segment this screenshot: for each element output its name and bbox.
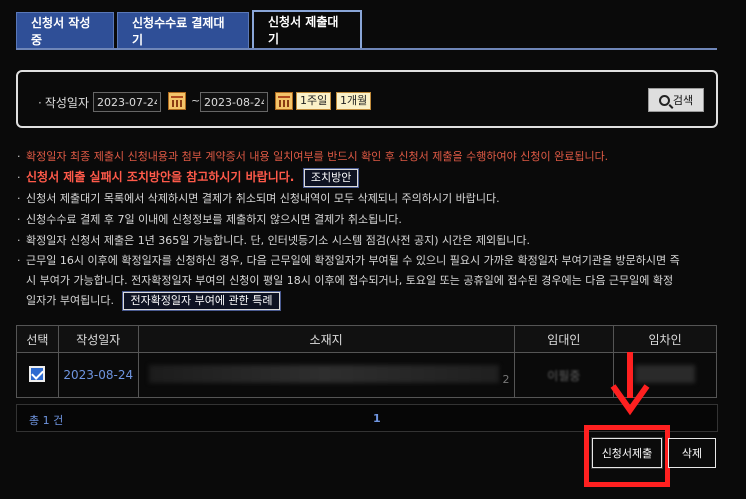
notice-text: 일자가 부여됩니다. — [26, 294, 114, 307]
tab-draft[interactable]: 신청서 작성중 — [16, 12, 114, 48]
tab-bar: 신청서 작성중 신청수수료 결제대기 신청서 제출대기 — [16, 10, 362, 48]
date-from-input[interactable] — [93, 92, 161, 112]
date-cell: 2023-08-24 — [57, 352, 139, 398]
column-header: 임차인 — [613, 325, 717, 353]
tab-divider — [16, 48, 717, 50]
search-panel: ·작성일자 ~ 1주일 1개월 검색 — [16, 70, 718, 128]
remedy-button[interactable]: 조치방안 — [303, 169, 359, 187]
date-label: · 작성일자 — [38, 96, 89, 110]
notice-item: 근무일 16시 이후에 확정일자를 신청하신 경우, 다음 근무일에 확정일자가… — [16, 251, 721, 311]
tab-submit-pending[interactable]: 신청서 제출대기 — [252, 10, 362, 48]
notice-warning: 신청서 제출 실패시 조치방안을 참고하시기 바랍니다. — [26, 170, 295, 184]
calendar-icon[interactable] — [275, 92, 293, 110]
column-header: 소재지 — [137, 325, 515, 353]
notice-item: 신청서 제출대기 목록에서 삭제하시면 결제가 취소되며 신청내역이 모두 삭제… — [16, 188, 721, 209]
table-header-row: 선택 작성일자 소재지 임대인 임차인 — [16, 325, 717, 353]
notice-list: 확정일자 최종 제출시 신청내용과 첨부 계약증서 내용 일치여부를 반드시 확… — [16, 146, 721, 311]
column-header: 임대인 — [513, 325, 615, 353]
arrow-down-icon — [610, 352, 650, 416]
lessor-name: 이필중 — [547, 368, 581, 383]
row-date-link[interactable]: 2023-08-24 — [63, 368, 133, 382]
notice-text: 근무일 16시 이후에 확정일자를 신청하신 경우, 다음 근무일에 확정일자가… — [26, 254, 680, 267]
column-header: 선택 — [16, 325, 59, 353]
page-number[interactable]: 1 — [373, 412, 381, 425]
address-suffix: 2 — [502, 372, 510, 386]
column-header: 작성일자 — [57, 325, 139, 353]
search-button[interactable]: 검색 — [648, 88, 704, 112]
special-rule-button[interactable]: 전자확정일자 부여에 관한 특례 — [123, 292, 280, 310]
calendar-icon[interactable] — [168, 92, 186, 110]
address-redacted — [148, 364, 499, 383]
row-checkbox[interactable] — [29, 365, 46, 382]
tab-payment-pending[interactable]: 신청수수료 결제대기 — [117, 12, 249, 48]
delete-button[interactable]: 삭제 — [668, 438, 716, 468]
notice-item: 신청서 제출 실패시 조치방안을 참고하시기 바랍니다. 조치방안 — [16, 167, 721, 188]
period-month-button[interactable]: 1개월 — [336, 92, 372, 110]
select-cell — [16, 352, 59, 398]
notice-text: 시 부여가 가능합니다. 전자확정일자 부여의 신청이 평일 18시 이후에 접… — [26, 274, 674, 287]
notice-item: 신청수수료 결제 후 7일 이내에 신청정보를 제출하지 않으시면 결제가 취소… — [16, 209, 721, 230]
submit-application-button[interactable]: 신청서제출 — [592, 438, 662, 468]
search-icon — [658, 94, 670, 106]
date-to-input[interactable] — [200, 92, 268, 112]
total-count: 총 1 건 — [29, 414, 64, 427]
notice-item: 확정일자 신청서 제출은 1년 365일 가능합니다. 단, 인터넷등기소 시스… — [16, 230, 721, 251]
period-week-button[interactable]: 1주일 — [296, 92, 332, 110]
search-button-label: 검색 — [672, 94, 694, 107]
notice-item: 확정일자 최종 제출시 신청내용과 첨부 계약증서 내용 일치여부를 반드시 확… — [16, 146, 721, 167]
address-cell: 2 — [137, 352, 515, 398]
date-separator: ~ — [191, 94, 201, 107]
lessor-cell: 이필중 — [513, 352, 615, 398]
